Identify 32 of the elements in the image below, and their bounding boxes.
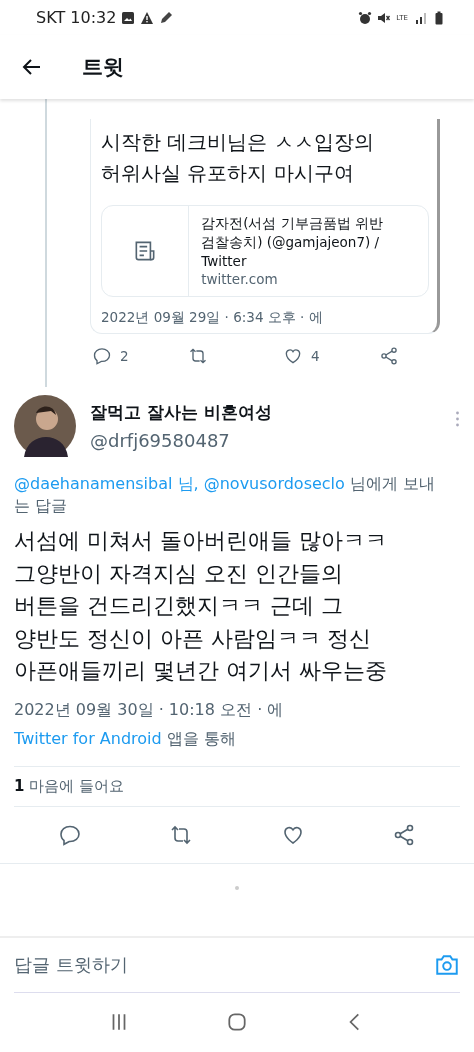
retweet-icon[interactable] [187, 346, 208, 366]
action-count: 4 [311, 348, 320, 364]
page-title: 트윗 [82, 54, 124, 81]
signal-icon [413, 10, 427, 25]
reply-context: @daehanamensibal 님, @novusordoseclo 님에게 보내는 답글 [14, 473, 437, 517]
warning-icon [140, 10, 155, 25]
link-domain: twitter.com [201, 271, 279, 287]
tweet-text-line: 허위사실 유포하지 마시구여 [101, 160, 355, 187]
reply-input-field[interactable]: 답글 트윗하기 [14, 954, 434, 975]
timestamp: 2022년 09월 29일 · 6:34 오후 · 에 [101, 309, 324, 327]
image-icon [121, 10, 136, 25]
loading-dot [235, 885, 239, 890]
display-name[interactable]: 잘먹고 잘사는 비혼여성 [90, 401, 441, 424]
timestamp: 2022년 09월 30일 · 10:18 오전 · 에 [14, 698, 285, 721]
mute-icon [377, 10, 392, 25]
pen-icon [159, 10, 174, 25]
link-title: 감자전(서섬 기부금품법 위반 검찰송치) (@gamjajeon7) / Twitter [201, 214, 385, 271]
likes-summary[interactable]: 1 마음에 들어요 [14, 776, 124, 795]
carrier-time: SKT 10:32 [36, 8, 117, 27]
source-suffix: 앱을 통해 [166, 728, 236, 748]
heart-icon[interactable] [283, 346, 303, 366]
alarm-icon [358, 10, 373, 25]
user-handle[interactable]: @drfj69580487 [90, 430, 441, 451]
tweet-text-line: 시작한 데크비님은 ㅅㅅ입장의 [101, 129, 375, 156]
home-icon[interactable] [226, 1011, 248, 1034]
tweet-text: 서섬에 미쳐서 돌아버린애들 많아ㅋㅋ 그양반이 자격지심 오진 인간들의 버튼을 건드리긴했지ㅋㅋ 근데 그 양반도 정신이 아픈 사람임ㅋㅋ 정신 아픈애들끼리 몇년간 여기서 싸우는중 [14, 527, 388, 685]
link-preview-card[interactable]: 감자전(서섬 기부금품법 위반 검찰송치) (@gamjajeon7) / Twitter twitter.com [101, 205, 429, 297]
quoted-tweet-card[interactable]: 시작한 데크비님은 ㅅㅅ입장의 허위사실 유포하지 마시구여 감자전(서섬 기부금품법 위반 검찰송치) (@gamjajeon7) / Twitter twitter.com 2022년 09월 29일 · 6:34 오후 · 에 [90, 119, 440, 334]
share-icon[interactable] [378, 346, 399, 366]
action-count: 2 [120, 348, 129, 364]
reply-icon[interactable] [92, 346, 112, 366]
avatar-silhouette[interactable] [14, 395, 76, 457]
